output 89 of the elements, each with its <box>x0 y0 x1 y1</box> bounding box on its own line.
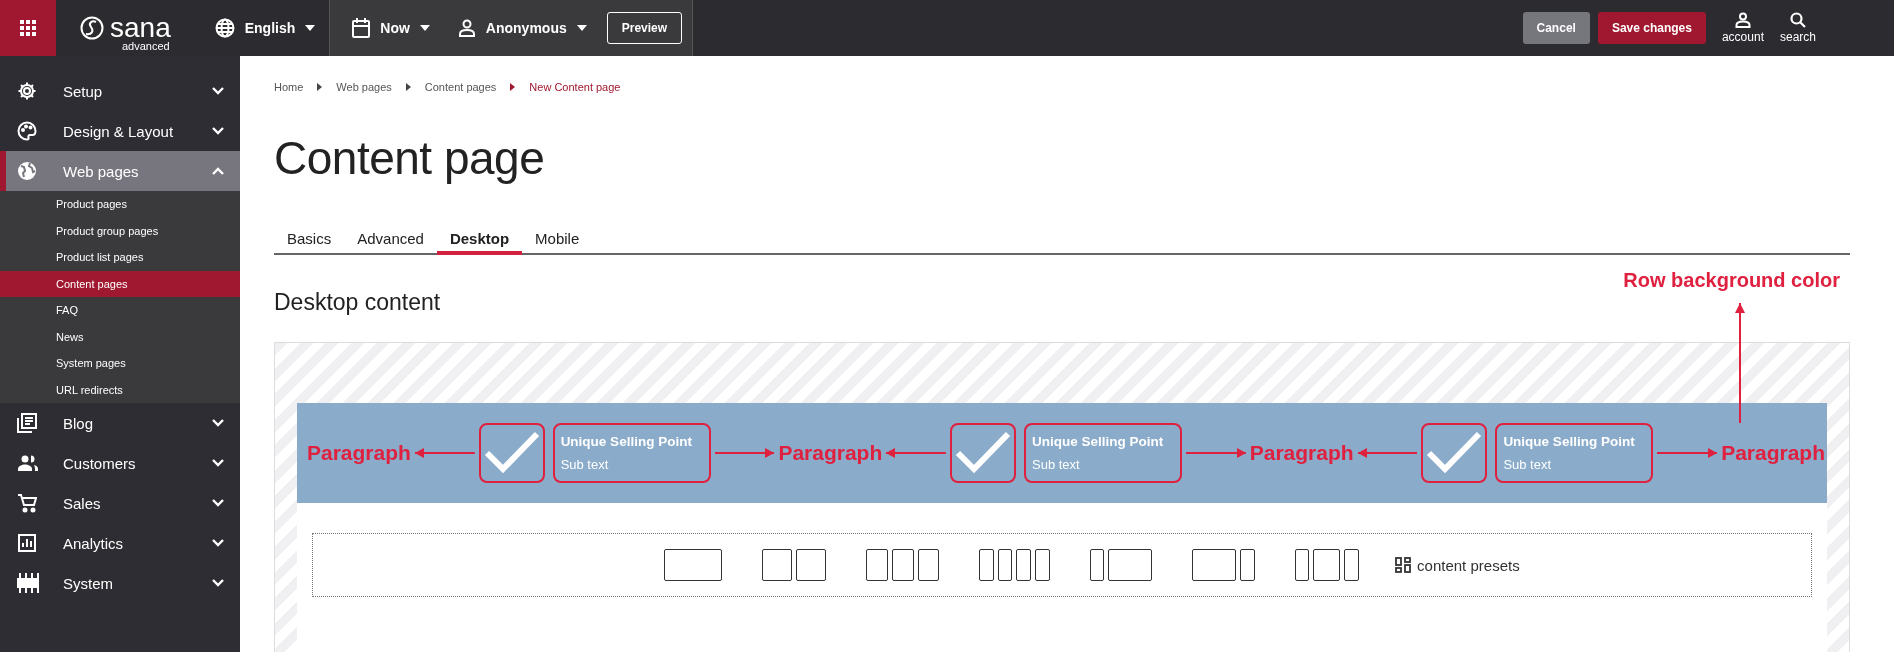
checkmark-icon <box>1426 431 1483 475</box>
chevron-down-icon <box>212 499 224 507</box>
sidebar-subitem[interactable]: System pages <box>0 350 240 377</box>
people-icon <box>17 454 39 472</box>
column-layout-button[interactable] <box>762 549 827 581</box>
document-icon <box>17 413 37 433</box>
sidebar-item[interactable]: Setup <box>0 71 240 111</box>
sliders-icon <box>17 573 39 593</box>
column-layout-button[interactable] <box>664 549 723 581</box>
breadcrumb-current: New Content page <box>529 81 621 93</box>
caret-icon <box>576 25 587 31</box>
sidebar-subitem[interactable]: Product group pages <box>0 217 240 244</box>
sidebar-subitem[interactable]: Product list pages <box>0 244 240 271</box>
globe-icon <box>214 18 235 38</box>
brand-name: sana <box>110 14 171 42</box>
cart-icon <box>17 493 37 513</box>
sidebar-item[interactable]: Analytics <box>0 523 240 563</box>
date-dropdown[interactable]: Now <box>338 18 444 38</box>
usp-subtext: Sub text <box>1032 457 1081 472</box>
grid-icon <box>20 20 36 36</box>
globe-icon <box>17 161 37 181</box>
section-title: Desktop content <box>274 289 442 316</box>
paragraph-label: Paragraph <box>307 441 411 465</box>
chevron-down-icon <box>212 539 224 547</box>
paragraph-label: Paragraph <box>1721 441 1825 465</box>
caret-right-icon <box>510 83 516 91</box>
sidebar-subitem[interactable]: News <box>0 323 240 350</box>
caret-icon <box>305 25 316 31</box>
caret-right-icon <box>405 83 411 91</box>
sidebar-subitem[interactable]: FAQ <box>0 297 240 324</box>
calendar-icon <box>352 18 371 38</box>
sidebar-item[interactable]: Sales <box>0 483 240 523</box>
search-icon <box>1790 12 1806 28</box>
sidebar-item[interactable]: Blog <box>0 403 240 443</box>
checkmark-icon <box>955 431 1011 475</box>
chevron-down-icon <box>212 459 224 467</box>
chevron-up-icon <box>212 167 224 175</box>
page-title: Content page <box>274 131 546 185</box>
sidebar-item[interactable]: Web pages <box>0 151 240 191</box>
usp-title: Unique Selling Point <box>1503 434 1636 449</box>
checkmark-icon <box>483 431 540 475</box>
usp-title: Unique Selling Point <box>1032 434 1165 449</box>
sidebar-item[interactable]: System <box>0 563 240 603</box>
breadcrumb-link[interactable]: Home <box>274 81 304 93</box>
column-layout-button[interactable] <box>1294 549 1360 581</box>
column-layout-button[interactable] <box>979 549 1050 581</box>
sidebar-item[interactable]: Customers <box>0 443 240 483</box>
bar-chart-icon <box>17 533 37 553</box>
grid-icon <box>1395 557 1412 573</box>
sidebar-subitem[interactable]: Product pages <box>0 191 240 218</box>
usp-title: Unique Selling Point <box>560 434 693 449</box>
annotation-label: Row background color <box>1623 269 1840 292</box>
usp-subtext: Sub text <box>1503 457 1553 472</box>
brand-subtitle: advanced <box>122 40 170 52</box>
palette-icon <box>17 121 37 141</box>
language-dropdown[interactable]: English <box>200 0 330 56</box>
breadcrumb-link[interactable]: Web pages <box>336 81 392 93</box>
gear-icon <box>17 81 37 101</box>
chevron-down-icon <box>212 419 224 427</box>
chevron-down-icon <box>212 87 224 95</box>
chevron-down-icon <box>212 127 224 135</box>
user-icon <box>457 19 476 37</box>
tab[interactable]: Advanced <box>344 227 437 255</box>
paragraph-label: Paragraph <box>778 441 883 465</box>
column-layout-button[interactable] <box>866 549 940 581</box>
usp-subtext: Sub text <box>560 457 610 472</box>
column-layout-button[interactable] <box>1089 549 1153 581</box>
account-button[interactable]: account <box>1713 0 1772 56</box>
chevron-down-icon <box>212 579 224 587</box>
sidebar-item[interactable]: Design & Layout <box>0 111 240 151</box>
tab[interactable]: Basics <box>274 227 345 255</box>
save-button[interactable]: Save changes <box>1597 12 1706 44</box>
sidebar-subitem[interactable]: URL redirects <box>0 376 240 403</box>
sidebar-subitem[interactable]: Content pages <box>0 270 240 297</box>
search-button[interactable]: search <box>1771 0 1824 56</box>
logo-icon <box>80 16 104 40</box>
user-icon <box>1734 12 1751 28</box>
app-menu-button[interactable] <box>0 0 56 56</box>
tab[interactable]: Desktop <box>436 227 523 255</box>
cancel-button[interactable]: Cancel <box>1522 12 1590 44</box>
content-presets-button[interactable]: content presets <box>1395 556 1520 574</box>
tab[interactable]: Mobile <box>522 227 593 255</box>
visitor-dropdown[interactable]: Anonymous <box>443 19 601 37</box>
column-layout-button[interactable] <box>1192 549 1255 581</box>
paragraph-label: Paragraph <box>1249 441 1354 465</box>
caret-icon <box>419 25 430 31</box>
preview-button[interactable]: Preview <box>606 12 683 44</box>
breadcrumb-link[interactable]: Content pages <box>424 81 497 93</box>
caret-right-icon <box>317 83 323 91</box>
